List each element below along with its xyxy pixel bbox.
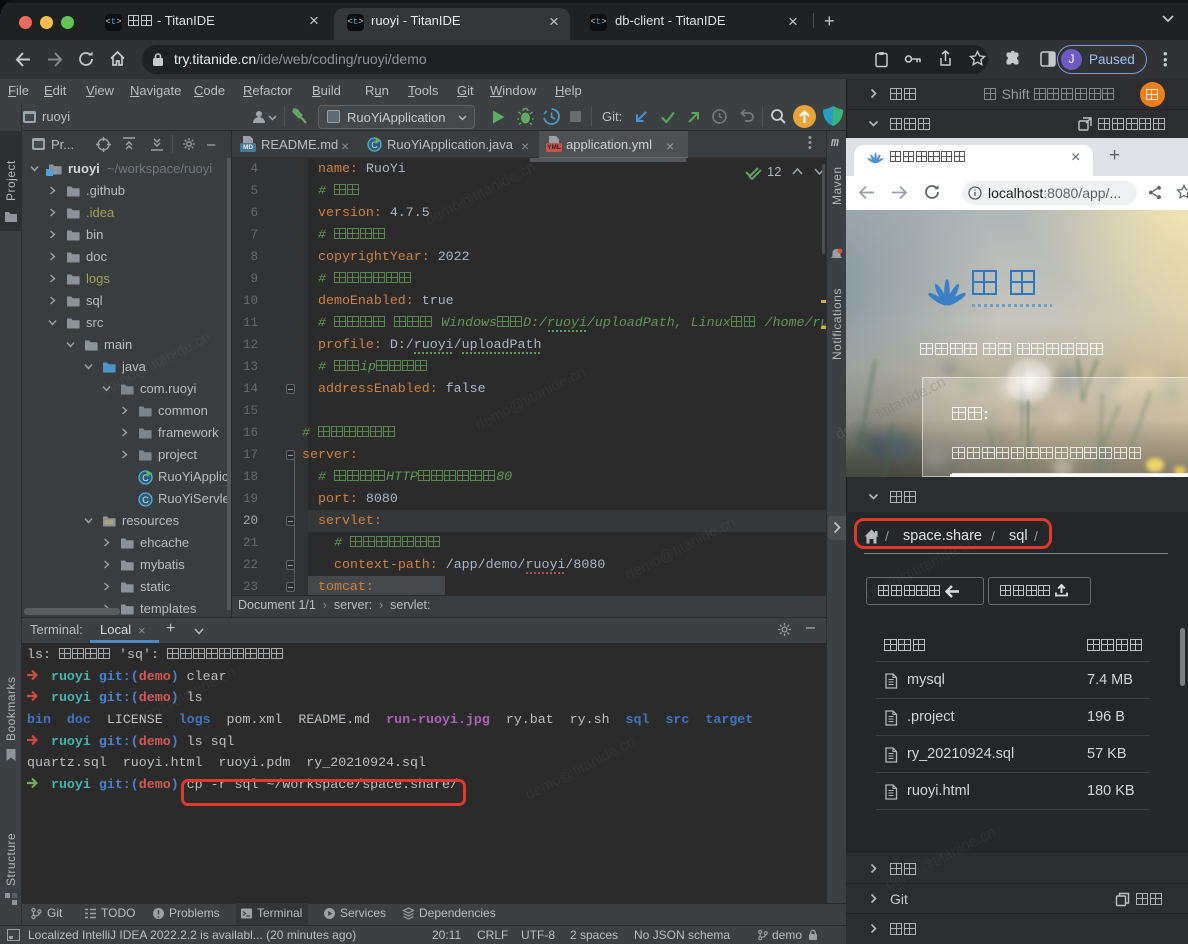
svg-text:C: C — [142, 495, 149, 505]
